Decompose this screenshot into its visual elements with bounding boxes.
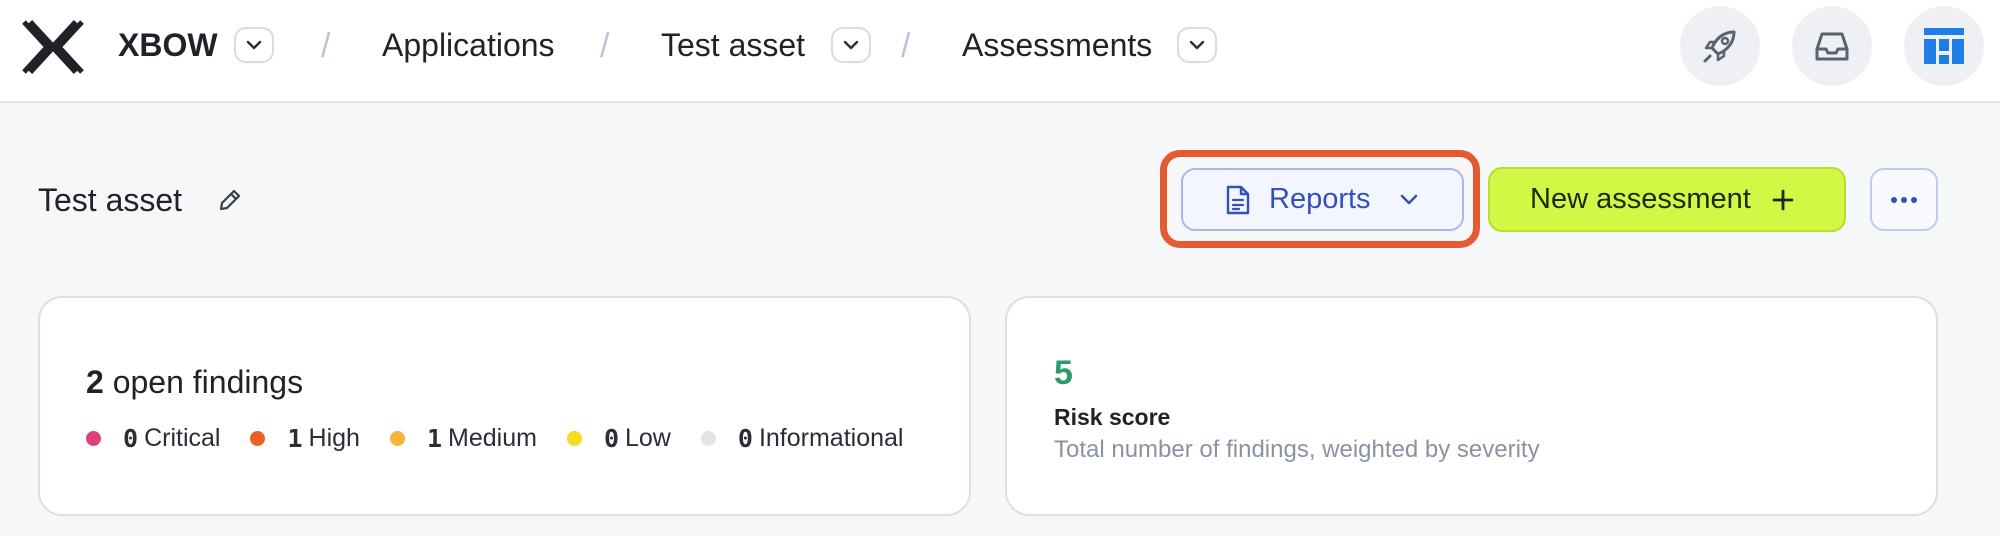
pencil-icon[interactable] [216,186,244,214]
open-findings-card[interactable] [38,296,971,516]
top-navigation-bar: XBOW / Applications / Test asset / Asses… [0,0,2000,103]
reports-button-label: Reports [1269,183,1371,215]
chevron-down-icon [843,40,859,50]
assessments-dropdown-button[interactable] [1177,27,1217,63]
severity-medium: 1 Medium [389,423,537,453]
plus-icon [1772,189,1794,210]
asset-dropdown-button[interactable] [831,27,871,63]
risk-score-value: 5 [1054,354,1073,392]
rocket-icon [1703,30,1736,63]
document-icon [1226,185,1250,214]
severity-label: Medium [448,423,537,452]
brand-name[interactable]: XBOW [118,22,218,68]
launch-button[interactable] [1680,6,1760,86]
breadcrumb-test-asset[interactable]: Test asset [661,22,805,68]
brand-dropdown-button[interactable] [234,27,274,63]
new-assessment-label: New assessment [1530,183,1751,215]
open-findings-count: 2 [86,364,104,400]
severity-count: 0 [737,423,753,453]
open-findings-label: open findings [112,364,304,400]
page-title: Test asset [38,182,183,218]
severity-dot [250,430,266,446]
user-avatar-button[interactable] [1904,6,1984,86]
open-findings-summary: 2 open findings [86,360,303,404]
xbow-logo[interactable] [20,18,86,76]
severity-label: Low [625,423,671,452]
breadcrumb-assessments[interactable]: Assessments [962,22,1152,68]
severity-count: 1 [426,423,443,453]
chevron-down-icon [1189,40,1205,50]
breadcrumb-separator: / [321,27,331,65]
chevron-down-icon [246,40,262,50]
inbox-icon [1815,32,1849,61]
risk-score-description: Total number of findings, weighted by se… [1054,436,1540,463]
severity-label: High [308,423,360,452]
severity-high: 1 High [250,423,360,453]
severity-dot [566,430,582,446]
more-options-button[interactable] [1870,168,1938,231]
severity-dot [700,430,716,446]
severity-critical: 0 Critical [86,424,220,453]
risk-score-label: Risk score [1054,404,1171,430]
org-avatar-icon [1924,28,1964,64]
chevron-down-icon [1400,194,1417,204]
severity-label: Critical [144,423,221,452]
inbox-button[interactable] [1792,6,1872,86]
severity-breakdown: 0 Critical 1 High 1 Medium 0 Low 0 Infor… [86,420,933,456]
severity-count: 0 [123,423,139,453]
severity-label: Informational [758,423,904,452]
severity-dot [389,430,405,446]
severity-count: 0 [603,423,619,453]
severity-low: 0 Low [566,423,671,453]
ellipsis-icon [1891,196,1917,203]
severity-dot [86,430,101,446]
breadcrumb-separator: / [600,27,610,65]
severity-informational: 0 Informational [700,423,904,453]
reports-button[interactable]: Reports [1181,168,1464,231]
severity-count: 1 [287,423,303,453]
breadcrumb-separator: / [901,27,911,65]
breadcrumb-applications[interactable]: Applications [382,22,555,68]
new-assessment-button[interactable]: New assessment [1488,167,1846,232]
